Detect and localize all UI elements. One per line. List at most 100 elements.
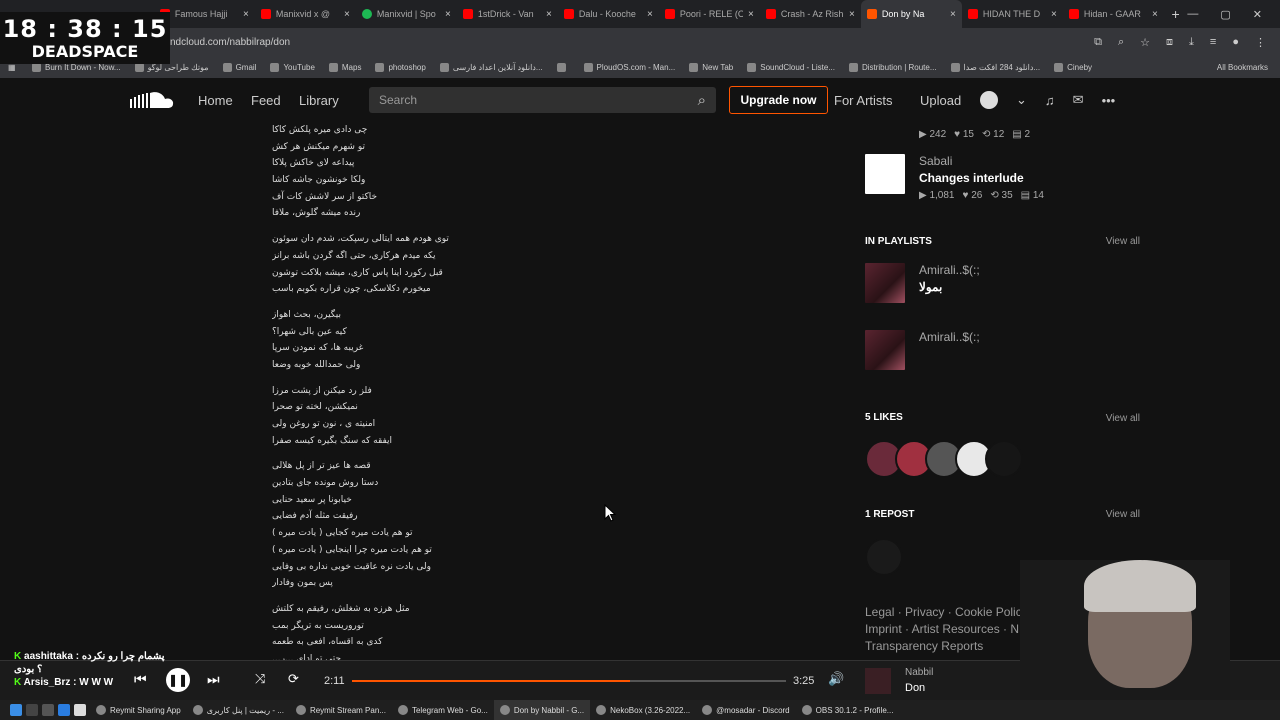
- nav-upload[interactable]: Upload: [920, 80, 961, 120]
- taskbar-window-item[interactable]: Telegram Web - Go...: [392, 700, 494, 720]
- close-tab-icon[interactable]: ×: [647, 9, 653, 20]
- close-tab-icon[interactable]: ×: [243, 9, 249, 20]
- volume-icon[interactable]: 🔊: [828, 671, 844, 687]
- related-track-artist[interactable]: Sabali: [919, 154, 1044, 168]
- bookmark-item[interactable]: Maps: [328, 62, 361, 72]
- url-field[interactable]: ndcloud.com/nabbilrap/don: [170, 37, 290, 48]
- edge-browser-icon[interactable]: [58, 704, 70, 716]
- footer-links[interactable]: Legal · Privacy · Cookie Polic... Imprin…: [865, 604, 1035, 655]
- taskbar-window-item[interactable]: Don by Nabbil - G...: [493, 700, 591, 720]
- zoom-icon[interactable]: ⌕: [1118, 36, 1124, 49]
- download-icon[interactable]: ⤓: [1189, 36, 1194, 49]
- browser-tab[interactable]: Dalu - Kooche ×: [558, 0, 659, 28]
- close-tab-icon[interactable]: ×: [344, 9, 350, 20]
- bookmark-item[interactable]: Gmail: [222, 62, 256, 72]
- playlist-owner[interactable]: Amirali..$(:;: [919, 330, 980, 344]
- nav-home[interactable]: Home: [198, 80, 233, 120]
- close-tab-icon[interactable]: ×: [546, 9, 552, 20]
- profile-avatar-icon[interactable]: ●: [1232, 36, 1239, 49]
- now-playing-artwork[interactable]: [865, 668, 891, 694]
- playlist-artwork[interactable]: [865, 263, 905, 303]
- close-tab-icon[interactable]: ×: [950, 9, 956, 20]
- search-icon[interactable]: ⌕: [698, 92, 706, 109]
- taskbar-window-item[interactable]: OBS 30.1.2 - Profile...: [796, 700, 900, 720]
- playlists-view-all-link[interactable]: View all: [1106, 236, 1140, 247]
- upgrade-now-button[interactable]: Upgrade now: [729, 86, 828, 114]
- related-track-title[interactable]: Changes interlude: [919, 171, 1044, 185]
- task-view-icon[interactable]: [42, 704, 54, 716]
- close-tab-icon[interactable]: ×: [849, 9, 855, 20]
- liker-avatar[interactable]: [985, 440, 1023, 478]
- repeat-icon[interactable]: ⟳: [288, 671, 299, 687]
- extensions-icon[interactable]: ⧈: [1166, 36, 1173, 49]
- lyrics-line: خیابونا پر سعید حنایی: [272, 494, 352, 505]
- reposter-avatar[interactable]: [865, 538, 903, 576]
- playlist-item[interactable]: Amirali..$(:;: [865, 330, 980, 370]
- browser-tab[interactable]: Hidan - GAAR ×: [1063, 0, 1164, 28]
- notifications-bell-icon[interactable]: ♫: [1045, 93, 1055, 108]
- related-track-artwork[interactable]: [865, 154, 905, 194]
- close-tab-icon[interactable]: ×: [748, 9, 754, 20]
- bookmark-item[interactable]: [556, 62, 570, 72]
- chevron-down-icon[interactable]: ⌄: [1016, 92, 1027, 108]
- nav-feed[interactable]: Feed: [251, 80, 281, 120]
- browser-tab[interactable]: 1stDrick - Van ×: [457, 0, 558, 28]
- taskbar-search-icon[interactable]: [26, 704, 38, 716]
- bookmark-item[interactable]: دانلود آنلاین اعداد فارسی...: [439, 62, 543, 72]
- soundcloud-logo-icon[interactable]: [130, 90, 174, 110]
- chrome-menu-icon[interactable]: ⋮: [1255, 36, 1266, 49]
- bookmark-item[interactable]: Cineby: [1054, 62, 1092, 72]
- kick-badge-icon: K: [14, 677, 22, 688]
- bookmark-favicon-icon: [1054, 62, 1064, 72]
- user-avatar-icon[interactable]: [980, 91, 998, 109]
- likes-view-all-link[interactable]: View all: [1106, 413, 1140, 424]
- bookmark-item[interactable]: Distribution | Route...: [848, 62, 937, 72]
- media-control-icon[interactable]: ≡: [1210, 36, 1216, 49]
- bookmark-item[interactable]: New Tab: [689, 62, 733, 72]
- search-input[interactable]: [379, 93, 698, 107]
- browser-tab[interactable]: Manixvid | Spo ×: [356, 0, 457, 28]
- close-tab-icon[interactable]: ×: [1051, 9, 1057, 20]
- windows-start-icon[interactable]: [10, 704, 22, 716]
- bookmark-star-icon[interactable]: ☆: [1140, 36, 1150, 49]
- related-track-item[interactable]: Sabali Changes interlude ▶ 1,081 ♥ 26 ⟲ …: [865, 154, 1044, 201]
- close-tab-icon[interactable]: ×: [445, 9, 451, 20]
- bookmark-item[interactable]: دانلود 284 افکت صدا...: [950, 62, 1040, 72]
- playlist-title[interactable]: بمولا: [919, 280, 980, 294]
- taskbar-window-item[interactable]: @mosadar - Discord: [696, 700, 795, 720]
- bookmark-item[interactable]: YouTube: [270, 62, 315, 72]
- now-playing-title[interactable]: Don: [905, 682, 925, 694]
- minimize-icon[interactable]: —: [1187, 8, 1198, 21]
- bookmark-favicon-icon: [950, 62, 960, 72]
- new-tab-button[interactable]: +: [1164, 6, 1188, 22]
- nav-for-artists[interactable]: For Artists: [834, 80, 893, 120]
- now-playing-artist[interactable]: Nabbil: [905, 667, 933, 678]
- taskbar-window-item[interactable]: ریمیت | پنل کاربری - ...: [187, 700, 290, 720]
- browser-tab[interactable]: Don by Na ×: [860, 0, 962, 28]
- bookmark-item[interactable]: PloudOS.com - Man...: [583, 62, 675, 72]
- bookmark-item[interactable]: photoshop: [375, 62, 426, 72]
- messages-mail-icon[interactable]: ✉: [1073, 92, 1084, 108]
- more-options-icon[interactable]: •••: [1102, 93, 1116, 108]
- close-window-icon[interactable]: ✕: [1253, 8, 1262, 21]
- browser-tab[interactable]: HIDAN THE D ×: [962, 0, 1063, 28]
- chrome-icon[interactable]: [74, 704, 86, 716]
- progress-bar[interactable]: [352, 680, 786, 682]
- taskbar-window-item[interactable]: Reymit Stream Pan...: [290, 700, 392, 720]
- taskbar-window-item[interactable]: NekoBox (3.26-2022...: [590, 700, 696, 720]
- maximize-icon[interactable]: ▢: [1220, 8, 1230, 21]
- browser-tab[interactable]: Poori - RELE (O ×: [659, 0, 760, 28]
- duration-time: 3:25: [793, 675, 815, 687]
- browser-tab[interactable]: Crash - Az Rish ×: [760, 0, 861, 28]
- nav-library[interactable]: Library: [299, 80, 339, 120]
- close-tab-icon[interactable]: ×: [1152, 9, 1158, 20]
- bookmark-item[interactable]: SoundCloud - Liste...: [747, 62, 835, 72]
- playlist-artwork[interactable]: [865, 330, 905, 370]
- playlist-owner[interactable]: Amirali..$(:;: [919, 263, 980, 277]
- reposts-view-all-link[interactable]: View all: [1106, 509, 1140, 520]
- install-app-icon[interactable]: ⧉: [1094, 36, 1102, 49]
- all-bookmarks-link[interactable]: All Bookmarks: [1217, 63, 1280, 72]
- browser-tab[interactable]: Manixvid x @ ×: [255, 0, 356, 28]
- taskbar-window-item[interactable]: Reymit Sharing App: [90, 700, 187, 720]
- playlist-item[interactable]: Amirali..$(:; بمولا: [865, 263, 980, 303]
